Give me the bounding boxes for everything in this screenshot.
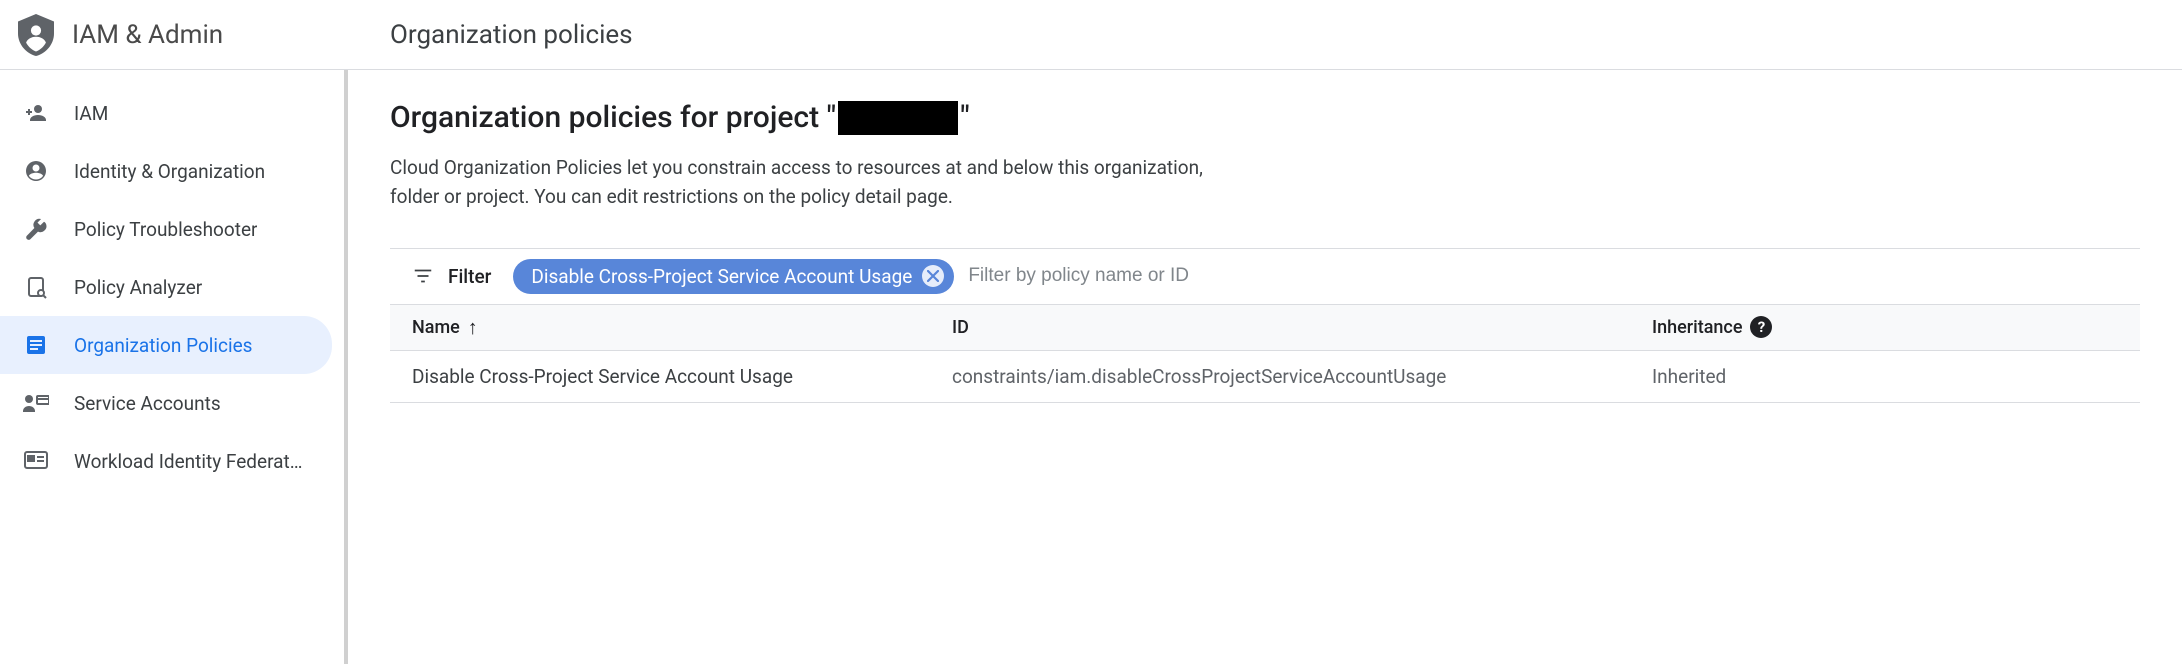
top-bar: IAM & Admin Organization policies: [0, 0, 2182, 70]
filter-input[interactable]: [968, 265, 2126, 287]
filter-chip-text: Disable Cross-Project Service Account Us…: [531, 265, 912, 288]
section-title: Organization policies for project " ": [390, 100, 2140, 135]
sidebar: IAM Identity & Organization Policy Troub…: [0, 70, 348, 664]
filter-bar: Filter Disable Cross-Project Service Acc…: [390, 249, 2140, 305]
sidebar-item-label: Service Accounts: [74, 392, 221, 415]
sidebar-item-label: Policy Troubleshooter: [74, 218, 257, 241]
card-icon: [22, 451, 50, 471]
service-account-icon: [22, 393, 50, 413]
section-description: Cloud Organization Policies let you cons…: [390, 153, 1210, 212]
cell-name: Disable Cross-Project Service Account Us…: [412, 365, 952, 388]
column-header-inheritance-text: Inheritance: [1652, 317, 1742, 338]
sidebar-item-label: IAM: [74, 102, 108, 125]
sidebar-item-label: Policy Analyzer: [74, 276, 202, 299]
main-content: Organization policies for project " " Cl…: [348, 70, 2182, 664]
table-header: Name ↑ ID Inheritance ?: [390, 305, 2140, 351]
person-circle-icon: [22, 159, 50, 183]
person-add-icon: [22, 101, 50, 125]
cell-id: constraints/iam.disableCrossProjectServi…: [952, 365, 1652, 388]
help-icon[interactable]: ?: [1750, 316, 1772, 338]
filter-icon: [412, 265, 434, 287]
sidebar-item-iam[interactable]: IAM: [0, 84, 332, 142]
column-header-id[interactable]: ID: [952, 317, 1652, 338]
list-box-icon: [22, 333, 50, 357]
top-bar-right: Organization policies: [348, 0, 2182, 69]
sidebar-item-label: Identity & Organization: [74, 160, 265, 183]
column-header-name[interactable]: Name ↑: [412, 315, 952, 340]
sidebar-item-label: Organization Policies: [74, 334, 252, 357]
filter-label: Filter: [448, 265, 491, 288]
sidebar-item-identity-org[interactable]: Identity & Organization: [0, 142, 332, 200]
clipboard-search-icon: [22, 275, 50, 299]
cell-inheritance: Inherited: [1652, 365, 1726, 388]
section-title-suffix: ": [960, 100, 970, 135]
column-header-inheritance[interactable]: Inheritance ?: [1652, 316, 1772, 338]
wrench-icon: [22, 217, 50, 241]
product-title: IAM & Admin: [72, 20, 223, 50]
close-icon[interactable]: [922, 265, 944, 287]
sidebar-item-workload-identity-federation[interactable]: Workload Identity Federat…: [0, 432, 332, 490]
section-title-prefix: Organization policies for project ": [390, 100, 836, 135]
column-header-name-text: Name: [412, 317, 460, 338]
sidebar-item-policy-troubleshooter[interactable]: Policy Troubleshooter: [0, 200, 332, 258]
redacted-project-name: [838, 101, 958, 135]
sidebar-item-organization-policies[interactable]: Organization Policies: [0, 316, 332, 374]
table-row[interactable]: Disable Cross-Project Service Account Us…: [390, 351, 2140, 403]
column-header-id-text: ID: [952, 317, 969, 338]
sidebar-item-policy-analyzer[interactable]: Policy Analyzer: [0, 258, 332, 316]
sort-ascending-icon: ↑: [468, 315, 478, 340]
policy-table: Filter Disable Cross-Project Service Acc…: [390, 248, 2140, 403]
shield-user-icon: [18, 14, 54, 56]
page-title: Organization policies: [390, 20, 633, 50]
filter-chip[interactable]: Disable Cross-Project Service Account Us…: [513, 259, 954, 294]
sidebar-item-service-accounts[interactable]: Service Accounts: [0, 374, 332, 432]
top-bar-left: IAM & Admin: [0, 0, 348, 69]
sidebar-item-label: Workload Identity Federat…: [74, 450, 302, 473]
